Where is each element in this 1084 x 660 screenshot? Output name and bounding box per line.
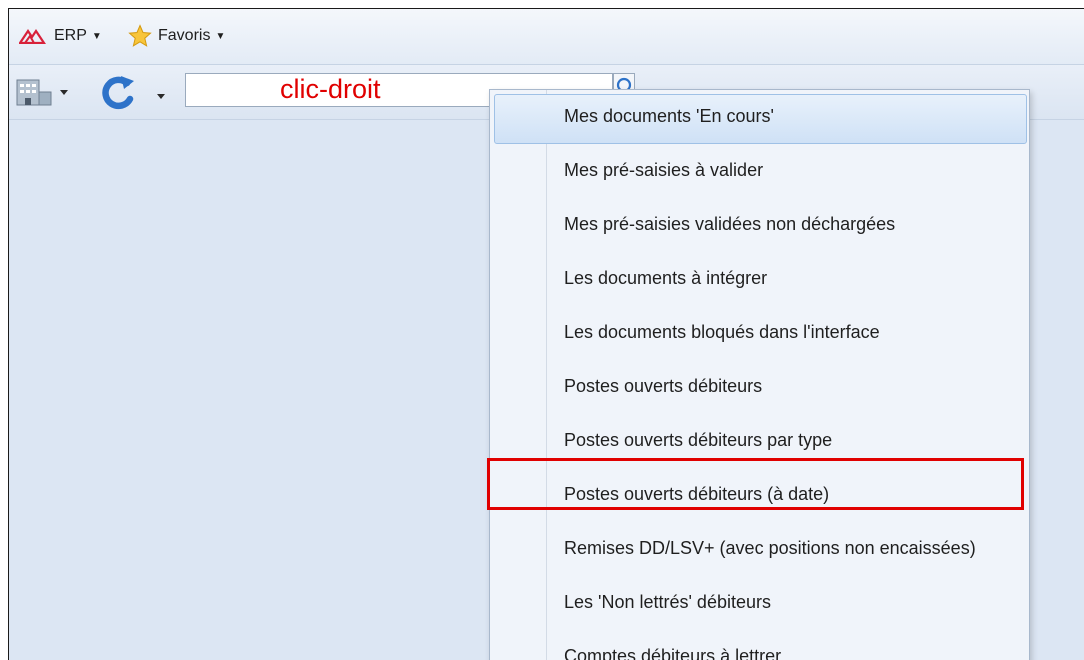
erp-menu[interactable]: ERP ▼ <box>19 25 102 47</box>
menu-item-label: Mes pré-saisies à valider <box>564 160 763 181</box>
chevron-down-icon: ▼ <box>215 31 225 42</box>
building-icon <box>15 77 73 107</box>
refresh-button[interactable] <box>97 72 167 117</box>
menu-item-remises-dd-lsv[interactable]: Remises DD/LSV+ (avec positions non enca… <box>490 522 1029 574</box>
menu-item-comptes-debiteurs-a-lettrer[interactable]: Comptes débiteurs à lettrer <box>490 630 1029 660</box>
menu-item-label: Remises DD/LSV+ (avec positions non enca… <box>564 538 976 559</box>
menu-item-postes-ouverts-debiteurs[interactable]: Postes ouverts débiteurs <box>490 360 1029 412</box>
menu-item-label: Les documents à intégrer <box>564 268 767 289</box>
menu-bar: ERP ▼ Favoris ▼ <box>9 9 1084 65</box>
menu-item-mes-pre-saisies-validees[interactable]: Mes pré-saisies validées non déchargées <box>490 198 1029 250</box>
menu-item-mes-pre-saisies-a-valider[interactable]: Mes pré-saisies à valider <box>490 144 1029 196</box>
star-icon <box>127 24 153 48</box>
menu-item-documents-a-integrer[interactable]: Les documents à intégrer <box>490 252 1029 304</box>
menu-item-label: Mes pré-saisies validées non déchargées <box>564 214 895 235</box>
app-window: ERP ▼ Favoris ▼ clic-droit <box>8 8 1084 660</box>
erp-menu-label: ERP <box>54 27 87 45</box>
menu-item-label: Les 'Non lettrés' débiteurs <box>564 592 771 613</box>
menu-item-label: Comptes débiteurs à lettrer <box>564 646 781 660</box>
menu-item-label: Les documents bloqués dans l'interface <box>564 322 880 343</box>
menu-item-label: Postes ouverts débiteurs par type <box>564 430 832 451</box>
annotation-label: clic-droit <box>280 74 381 105</box>
company-selector-button[interactable] <box>15 77 73 112</box>
favoris-menu[interactable]: Favoris ▼ <box>127 25 225 47</box>
menu-item-non-lettres-debiteurs[interactable]: Les 'Non lettrés' débiteurs <box>490 576 1029 628</box>
menu-item-label: Mes documents 'En cours' <box>564 106 774 127</box>
highlight-annotation-box <box>487 458 1024 510</box>
menu-item-label: Postes ouverts débiteurs <box>564 376 762 397</box>
favoris-menu-label: Favoris <box>158 27 210 45</box>
chevron-down-icon: ▼ <box>92 31 102 42</box>
menu-item-mes-documents-en-cours[interactable]: Mes documents 'En cours' <box>490 90 1029 142</box>
erp-logo-icon <box>19 28 49 44</box>
menu-item-documents-bloques[interactable]: Les documents bloqués dans l'interface <box>490 306 1029 358</box>
context-menu: Mes documents 'En cours' Mes pré-saisies… <box>489 89 1030 660</box>
refresh-icon <box>97 72 167 112</box>
